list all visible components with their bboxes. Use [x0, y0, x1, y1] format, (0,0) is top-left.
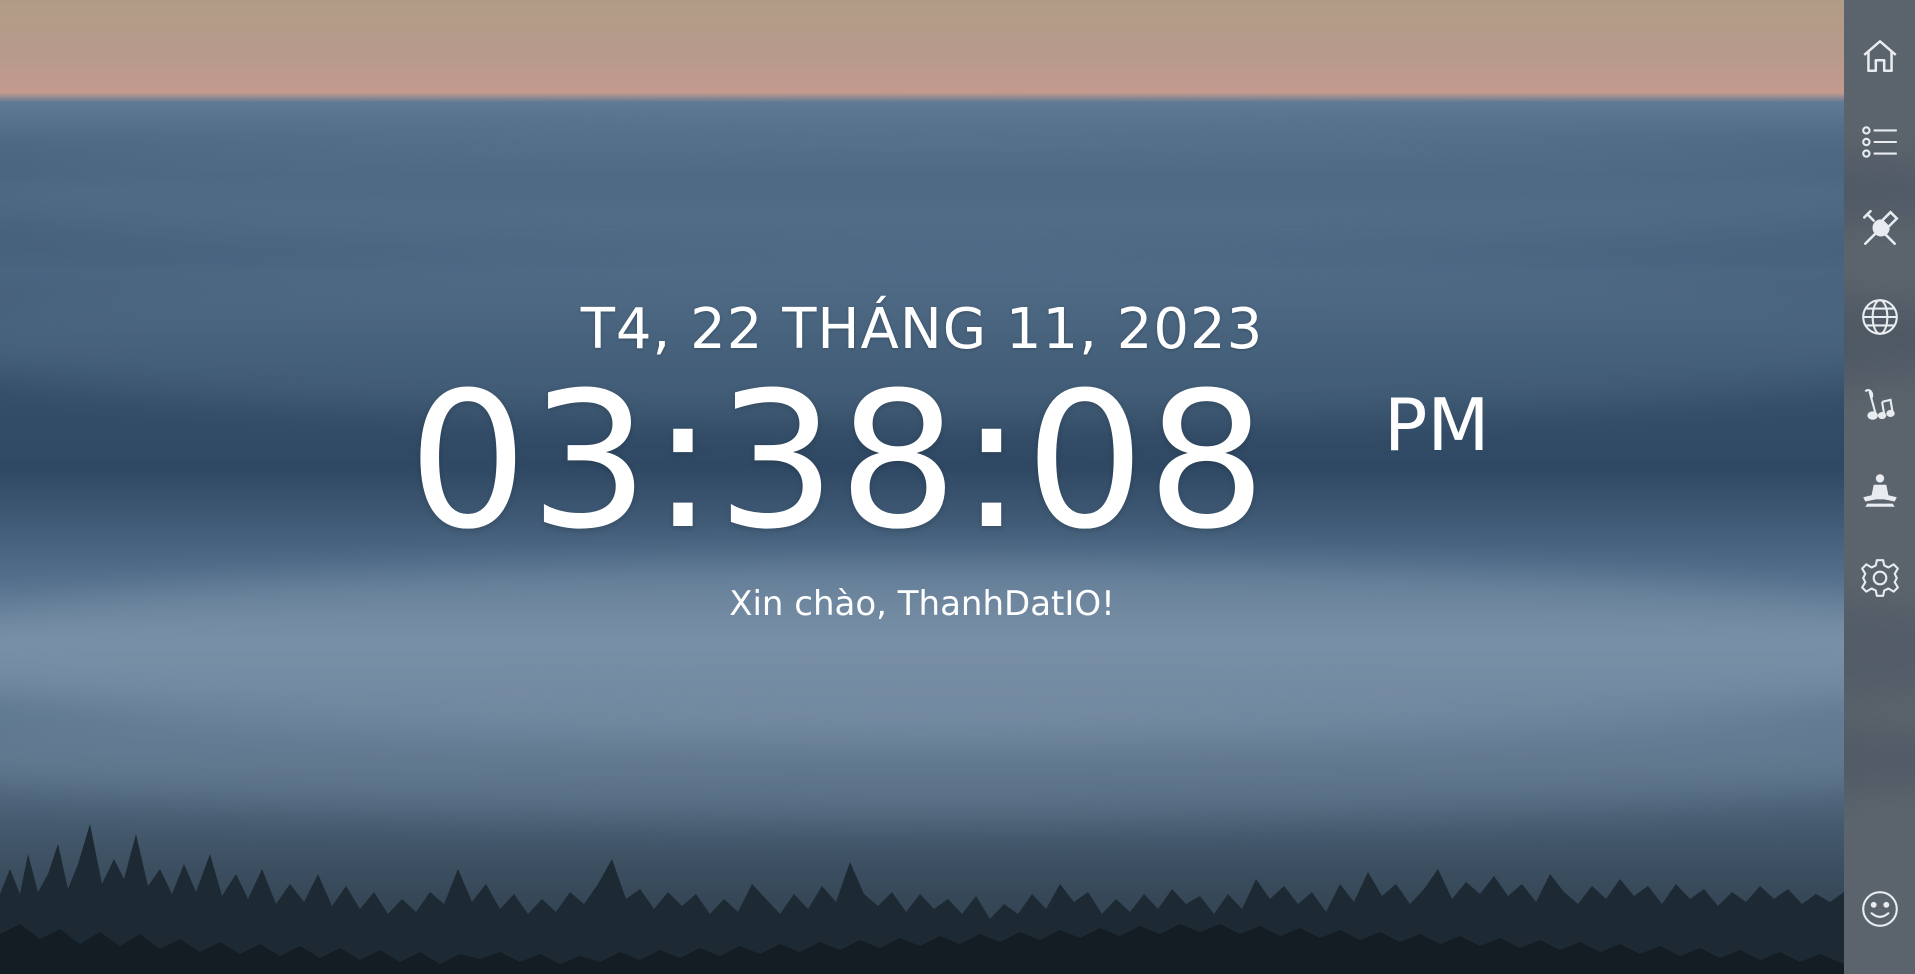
tools-icon: [1862, 209, 1899, 245]
ampm-indicator: PM: [1384, 383, 1490, 467]
list-icon: [1861, 126, 1897, 158]
gear-icon: [1860, 559, 1899, 597]
clock-row: 03:38:08 PM: [0, 362, 1844, 574]
home-icon: [1862, 40, 1897, 72]
greeting-text: Xin chào, ThanhDatIO!: [729, 584, 1115, 624]
sidebar-item-tools[interactable]: [1844, 197, 1915, 261]
clock-panel: T4, 22 THÁNG 11, 2023 03:38:08 PM Xin ch…: [0, 290, 1844, 626]
sidebar-item-list[interactable]: [1844, 110, 1915, 174]
sidebar-item-home[interactable]: [1844, 24, 1915, 88]
globe-icon: [1861, 299, 1898, 335]
sidebar-item-meditation[interactable]: [1844, 459, 1915, 523]
app-window: T4, 22 THÁNG 11, 2023 03:38:08 PM Xin ch…: [0, 0, 1915, 974]
smiley-icon: [1861, 891, 1898, 927]
meditation-icon: [1862, 474, 1897, 507]
sidebar-item-music[interactable]: [1844, 372, 1915, 436]
forest-silhouette: [0, 824, 1844, 974]
music-icon: [1864, 388, 1895, 420]
sidebar-item-settings[interactable]: [1844, 546, 1915, 610]
sidebar-item-globe[interactable]: [1844, 285, 1915, 349]
sidebar: [1844, 0, 1915, 974]
time-display: 03:38:08: [408, 352, 1269, 571]
sidebar-item-feedback[interactable]: [1844, 877, 1915, 941]
